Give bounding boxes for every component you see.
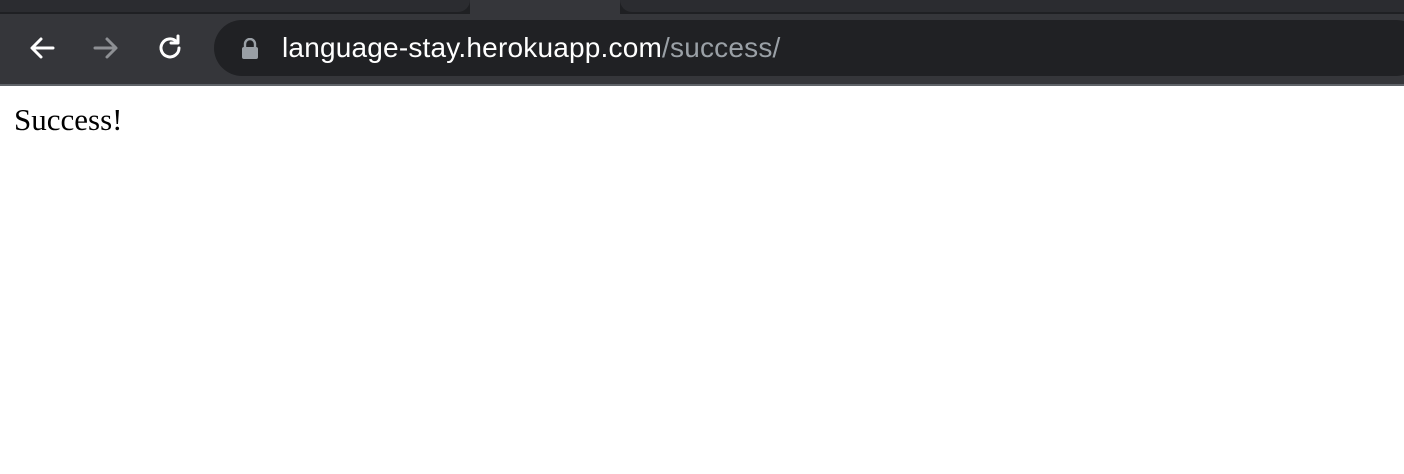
lock-icon[interactable]	[240, 38, 260, 60]
reload-icon	[159, 34, 181, 59]
back-button[interactable]	[22, 28, 62, 68]
url-host: language-stay.herokuapp.com	[282, 32, 663, 63]
page-content: Success!	[0, 86, 1404, 474]
browser-tab-inactive-left[interactable]	[0, 0, 470, 12]
browser-chrome: language-stay.herokuapp.com/success/	[0, 0, 1404, 86]
forward-button[interactable]	[86, 28, 126, 68]
arrow-left-icon	[30, 37, 55, 59]
address-bar[interactable]: language-stay.herokuapp.com/success/	[214, 20, 1404, 76]
arrow-right-icon	[93, 37, 118, 59]
reload-button[interactable]	[150, 28, 190, 68]
url-path: /success/	[662, 32, 781, 63]
url-text[interactable]: language-stay.herokuapp.com/success/	[282, 33, 781, 63]
tab-strip	[0, 0, 1404, 14]
browser-tab-active[interactable]	[470, 0, 620, 14]
browser-tab-inactive-right[interactable]	[620, 0, 1404, 12]
browser-toolbar: language-stay.herokuapp.com/success/	[0, 14, 1404, 84]
success-message: Success!	[14, 102, 123, 137]
